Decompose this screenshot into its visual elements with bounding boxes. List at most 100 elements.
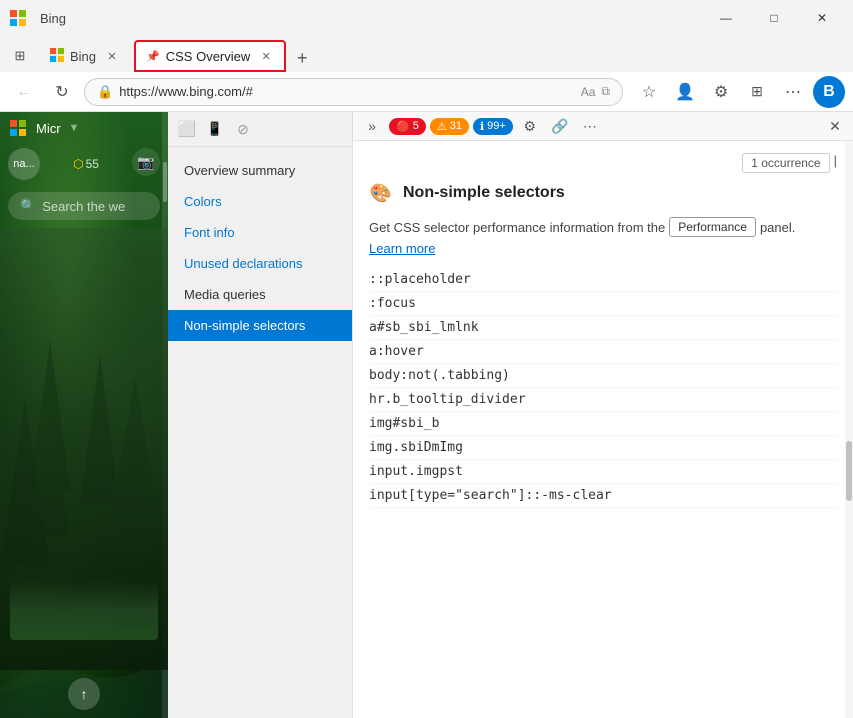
selector-item-sb-sbi: a#sb_sbi_lmlnk bbox=[369, 316, 837, 340]
tab-css-overview-pin-icon: 📌 bbox=[146, 50, 160, 63]
nav-item-font-info[interactable]: Font info bbox=[168, 217, 352, 248]
url-text: https://www.bing.com/# bbox=[119, 84, 575, 99]
selector-item-placeholder: ::placeholder bbox=[369, 268, 837, 292]
device-emulation-button[interactable]: 📱 bbox=[202, 116, 228, 142]
error-badge[interactable]: 🔴 5 bbox=[389, 118, 426, 135]
selector-item-input-imgpst: input.imgpst bbox=[369, 460, 837, 484]
nav-item-media-queries[interactable]: Media queries bbox=[168, 279, 352, 310]
selector-item-img-sbidmimg: img.sbiDmImg bbox=[369, 436, 837, 460]
info-text: Get CSS selector performance information… bbox=[369, 217, 837, 256]
warning-icon: ⚠ bbox=[437, 120, 447, 133]
devtools-toolbar: ⬜ 📱 ⊘ bbox=[168, 112, 352, 147]
devtools-main-panel: » 🔴 5 ⚠ 31 ℹ 99+ ⚙ 🔗 ⋯ ✕ 1 occurrence bbox=[353, 112, 853, 718]
tab-css-overview[interactable]: 📌 CSS Overview ✕ bbox=[134, 40, 286, 72]
selector-item-a-hover: a:hover bbox=[369, 340, 837, 364]
content-scrollbar[interactable] bbox=[845, 141, 853, 718]
block-button[interactable]: ⊘ bbox=[230, 116, 256, 142]
bing-content: Micr ▼ na... ⬡ 55 📷 🔍 Search the we bbox=[0, 112, 168, 718]
nav-media-queries-label: Media queries bbox=[184, 287, 266, 302]
split-screen-icon: ⧉ bbox=[601, 84, 610, 99]
devtools-content: 1 occurrence | 🎨 Non-simple selectors Ge… bbox=[353, 141, 853, 718]
nav-colors-label: Colors bbox=[184, 194, 222, 209]
error-icon: 🔴 bbox=[396, 120, 410, 133]
selector-item-input-search: input[type="search"]::-ms-clear bbox=[369, 484, 837, 508]
devtools-settings-button[interactable]: ⚙ bbox=[517, 114, 543, 138]
section-icon: 🎨 bbox=[369, 181, 393, 205]
address-bar: ← ↻ 🔒 https://www.bing.com/# Aa ⧉ ☆ 👤 ⚙ … bbox=[0, 72, 853, 112]
scrollbar-thumb bbox=[846, 441, 852, 501]
devtools-close-button[interactable]: ✕ bbox=[823, 114, 847, 138]
bing-coin-count: ⬡ 55 bbox=[73, 148, 99, 180]
selectors-list: ::placeholder :focus a#sb_sbi_lmlnk a:ho… bbox=[369, 268, 837, 508]
window-icon bbox=[8, 8, 28, 28]
maximize-button[interactable]: □ bbox=[751, 2, 797, 34]
more-button[interactable]: ⋯ bbox=[777, 76, 809, 108]
bing-header: Micr ▼ bbox=[0, 112, 168, 144]
inspect-element-button[interactable]: ⬜ bbox=[174, 116, 200, 142]
nav-unused-declarations-label: Unused declarations bbox=[184, 256, 303, 271]
tab-css-overview-close[interactable]: ✕ bbox=[258, 48, 274, 64]
tab-bing-label: Bing bbox=[70, 49, 96, 64]
bing-avatar[interactable]: na... bbox=[8, 148, 40, 180]
devtools-more-button[interactable]: ⋯ bbox=[577, 114, 603, 138]
browser-main: Micr ▼ na... ⬡ 55 📷 🔍 Search the we bbox=[0, 112, 853, 718]
tab-actions-button[interactable]: ⊞ bbox=[741, 76, 773, 108]
bing-chat-button[interactable]: B bbox=[813, 76, 845, 108]
devtools-nav: Overview summary Colors Font info Unused… bbox=[168, 147, 352, 718]
nav-item-unused-declarations[interactable]: Unused declarations bbox=[168, 248, 352, 279]
toolbar-icons: ☆ 👤 ⚙ ⊞ ⋯ B bbox=[633, 76, 845, 108]
performance-button[interactable]: Performance bbox=[669, 217, 756, 237]
devtools-connect-button[interactable]: 🔗 bbox=[547, 114, 573, 138]
occurrence-badge: 1 occurrence bbox=[742, 153, 829, 173]
refresh-button[interactable]: ↻ bbox=[46, 76, 78, 108]
profile-button[interactable]: 👤 bbox=[669, 76, 701, 108]
bing-bottom: ↑ bbox=[0, 670, 168, 718]
tab-bing-close[interactable]: ✕ bbox=[104, 48, 120, 64]
selector-item-focus: :focus bbox=[369, 292, 837, 316]
devtools-overflow-button[interactable]: » bbox=[359, 114, 385, 138]
tab-switcher-button[interactable]: ⊞ bbox=[4, 40, 36, 72]
selector-item-body-not: body:not(.tabbing) bbox=[369, 364, 837, 388]
title-bar-text: Bing bbox=[40, 11, 66, 26]
back-button[interactable]: ← bbox=[8, 76, 40, 108]
nav-item-non-simple-selectors[interactable]: Non-simple selectors bbox=[168, 310, 352, 341]
search-icon: 🔍 bbox=[20, 198, 36, 214]
nav-overview-summary-label: Overview summary bbox=[184, 163, 295, 178]
error-count: 5 bbox=[413, 120, 419, 132]
info-count: 99+ bbox=[487, 120, 506, 132]
bing-nav: na... ⬡ 55 📷 bbox=[0, 144, 168, 184]
search-placeholder-text: Search the we bbox=[42, 199, 125, 214]
selector-item-img-sbi: img#sbi_b bbox=[369, 412, 837, 436]
read-aloud-icon: Aa bbox=[581, 85, 596, 99]
title-bar: Bing — □ ✕ bbox=[0, 0, 853, 36]
tab-bing-favicon bbox=[50, 48, 64, 65]
new-tab-button[interactable]: + bbox=[288, 44, 316, 72]
devtools-sidebar: ⬜ 📱 ⊘ Overview summary Colors Font info … bbox=[168, 112, 353, 718]
tab-bar: ⊞ Bing ✕ 📌 CSS Overview ✕ + bbox=[0, 36, 853, 72]
tab-bing[interactable]: Bing ✕ bbox=[38, 40, 132, 72]
warning-count: 31 bbox=[450, 120, 462, 132]
url-bar[interactable]: 🔒 https://www.bing.com/# Aa ⧉ bbox=[84, 78, 623, 106]
close-button[interactable]: ✕ bbox=[799, 2, 845, 34]
minimize-button[interactable]: — bbox=[703, 2, 749, 34]
bing-search-box[interactable]: 🔍 Search the we bbox=[8, 192, 160, 220]
info-text-after: panel. bbox=[760, 220, 795, 235]
nav-item-overview-summary[interactable]: Overview summary bbox=[168, 155, 352, 186]
learn-more-link[interactable]: Learn more bbox=[369, 241, 435, 256]
favorites-button[interactable]: ☆ bbox=[633, 76, 665, 108]
lock-icon: 🔒 bbox=[97, 84, 113, 100]
devtools-topbar: » 🔴 5 ⚠ 31 ℹ 99+ ⚙ 🔗 ⋯ ✕ bbox=[353, 112, 853, 141]
section-title: Non-simple selectors bbox=[403, 184, 565, 202]
scroll-to-top-button[interactable]: ↑ bbox=[68, 678, 100, 710]
settings-button[interactable]: ⚙ bbox=[705, 76, 737, 108]
bing-avatar-label: na... bbox=[13, 158, 34, 170]
nav-non-simple-selectors-label: Non-simple selectors bbox=[184, 318, 305, 333]
tab-css-overview-label: CSS Overview bbox=[166, 49, 251, 64]
bing-camera-button[interactable]: 📷 bbox=[132, 148, 160, 176]
nav-item-colors[interactable]: Colors bbox=[168, 186, 352, 217]
occurrence-line: 1 occurrence | bbox=[369, 153, 837, 173]
warning-badge[interactable]: ⚠ 31 bbox=[430, 118, 469, 135]
info-badge[interactable]: ℹ 99+ bbox=[473, 118, 513, 135]
info-text-before: Get CSS selector performance information… bbox=[369, 220, 665, 235]
section-header: 🎨 Non-simple selectors bbox=[369, 181, 837, 205]
